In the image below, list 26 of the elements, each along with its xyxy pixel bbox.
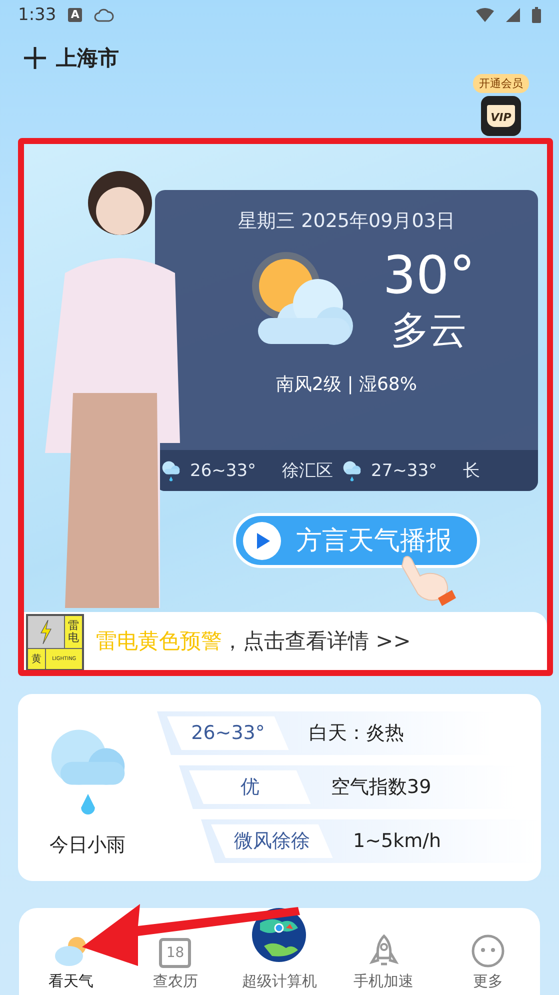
district-temperature: 27~33° — [371, 460, 438, 481]
vip-tooltip: 开通会员 — [473, 74, 529, 94]
nav-tab[interactable]: 手机加速 — [354, 934, 414, 991]
vip-button[interactable]: VIP — [481, 96, 521, 136]
nav-tab[interactable]: 18 查农历 — [152, 938, 198, 991]
info-tag: 优 — [189, 770, 311, 804]
wind-humidity-text: 南风2级 | 湿68% — [276, 373, 417, 396]
info-value: 1~5km/h — [353, 830, 442, 852]
temperature-text: 30° — [382, 245, 476, 308]
alert-details-link[interactable]: ，点击查看详情 >> — [222, 626, 411, 655]
alert-title: 雷电黄色预警 — [96, 628, 222, 655]
calendar-icon: 18 — [159, 938, 192, 968]
status-time: 1:33 — [18, 4, 56, 25]
info-tag: 微风徐徐 — [211, 824, 333, 858]
info-value: 白天：炎热 — [309, 721, 404, 746]
info-tag: 26~33° — [167, 716, 289, 750]
notification-icon: A — [68, 8, 82, 22]
district-name: 徐汇区 — [282, 460, 334, 482]
date-text: 星期三 2025年09月03日 — [238, 209, 455, 234]
district-name: 长 — [463, 460, 480, 482]
info-value: 空气指数39 — [331, 775, 432, 800]
condition-text: 多云 — [390, 307, 467, 354]
add-city-button[interactable]: 上海市 — [24, 36, 473, 80]
district-temperature: 26~33° — [190, 460, 256, 481]
today-summary: 今日小雨 — [50, 833, 126, 858]
nav-tab[interactable]: 更多 — [470, 934, 505, 991]
